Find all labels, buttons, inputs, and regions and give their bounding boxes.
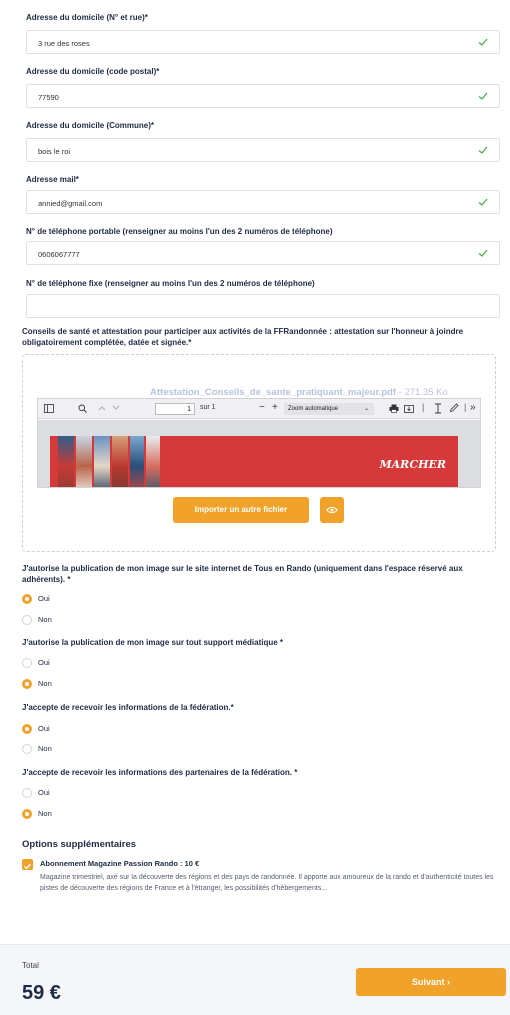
check-icon xyxy=(478,38,488,46)
pdf-toolbar: 1 sur 1 − + Zoom automatique ⌄ | | » xyxy=(38,399,480,419)
magazine-option-description: Magazine trimestriel, axé sur la découve… xyxy=(40,874,494,892)
check-icon xyxy=(478,146,488,154)
field-label: N° de téléphone fixe (renseigner au moin… xyxy=(26,279,315,288)
question-label-media-image: J'autorise la publication de mon image s… xyxy=(22,638,284,647)
magazine-checkbox[interactable] xyxy=(22,859,33,870)
page-number-input[interactable]: 1 xyxy=(155,403,195,415)
radio-unchecked xyxy=(22,658,32,668)
sidebar-toggle-icon[interactable] xyxy=(44,404,54,413)
more-tools-icon[interactable]: » xyxy=(470,402,476,413)
field-label: Adresse du domicile (N° et rue)* xyxy=(26,13,148,22)
print-icon[interactable] xyxy=(389,404,399,413)
text-cursor-icon[interactable] xyxy=(434,403,442,414)
photo-strip xyxy=(112,436,128,487)
pdf-page-preview: MARCHER xyxy=(50,436,458,487)
chevron-up-icon[interactable] xyxy=(98,405,106,411)
photo-strip xyxy=(94,436,110,487)
pdf-viewer[interactable]: 1 sur 1 − + Zoom automatique ⌄ | | » MARC… xyxy=(37,398,481,488)
radio-checked xyxy=(22,724,32,734)
field-value: 0606067777 xyxy=(38,250,80,259)
radio-label: Oui xyxy=(38,788,50,797)
email-input[interactable]: annied@gmail.com xyxy=(26,190,500,214)
photo-strip xyxy=(146,436,160,487)
radio-label: Non xyxy=(38,744,52,753)
preview-button[interactable] xyxy=(320,497,344,523)
question-label-website-image: J'autorise la publication de mon image s… xyxy=(22,564,463,584)
radio-checked xyxy=(22,594,32,604)
radio-checked xyxy=(22,679,32,689)
field-value: bois le roi xyxy=(38,147,71,156)
radio-unchecked xyxy=(22,788,32,798)
photo-strip xyxy=(130,436,144,487)
next-button[interactable]: Suivant › xyxy=(356,968,506,996)
radio-label: Oui xyxy=(38,658,50,667)
photo-strip xyxy=(76,436,92,487)
chevron-down-icon: ⌄ xyxy=(363,406,369,412)
landline-phone-input[interactable] xyxy=(26,294,500,318)
toolbar-separator: | xyxy=(464,402,467,412)
postal-code-input[interactable]: 77590 xyxy=(26,84,500,108)
check-icon xyxy=(478,198,488,206)
health-certificate-label: Conseils de santé et attestation pour pa… xyxy=(22,327,464,347)
search-icon[interactable] xyxy=(78,404,87,413)
mobile-phone-input[interactable]: 0606067777 xyxy=(26,241,500,265)
radio-unchecked xyxy=(22,744,32,754)
import-file-button[interactable]: Importer un autre fichier xyxy=(173,497,309,523)
radio-checked xyxy=(22,809,32,819)
eye-icon xyxy=(326,506,338,514)
magazine-option-name: Abonnement Magazine Passion Rando : 10 € xyxy=(40,859,200,868)
options-section-title: Options supplémentaires xyxy=(22,839,137,850)
pdf-canvas: MARCHER xyxy=(38,420,480,487)
check-icon xyxy=(478,249,488,257)
zoom-in-button[interactable]: + xyxy=(272,402,278,413)
file-size: - 271.35 Ko xyxy=(396,387,448,398)
page-count: sur 1 xyxy=(200,404,216,411)
check-icon xyxy=(24,863,32,870)
radio-label: Oui xyxy=(38,594,50,603)
radio-label: Non xyxy=(38,809,52,818)
field-label: Adresse du domicile (Commune)* xyxy=(26,121,155,130)
field-value: 3 rue des roses xyxy=(38,39,90,48)
zoom-select[interactable]: Zoom automatique ⌄ xyxy=(284,403,374,415)
file-name: Attestation_Conseils_de_sante_pratiquant… xyxy=(150,387,397,398)
radio-label: Oui xyxy=(38,724,50,733)
radio-unchecked xyxy=(22,615,32,625)
question-label-federation-info: J'accepte de recevoir les informations d… xyxy=(22,703,234,712)
pencil-icon[interactable] xyxy=(449,403,459,413)
total-value: 59 € xyxy=(22,982,61,1004)
chevron-down-icon[interactable] xyxy=(112,405,120,411)
street-input[interactable]: 3 rue des roses xyxy=(26,30,500,54)
save-icon[interactable] xyxy=(404,404,414,413)
field-label: Adresse du domicile (code postal)* xyxy=(26,67,160,76)
field-label: N° de téléphone portable (renseigner au … xyxy=(26,227,333,236)
total-label: Total xyxy=(22,961,39,970)
field-value: 77590 xyxy=(38,93,59,102)
field-label: Adresse mail* xyxy=(26,175,79,184)
commune-input[interactable]: bois le roi xyxy=(26,138,500,162)
photo-strip xyxy=(58,436,74,487)
radio-label: Non xyxy=(38,679,52,688)
zoom-out-button[interactable]: − xyxy=(259,402,265,413)
question-label-partners-info: J'accepte de recevoir les informations d… xyxy=(22,768,298,777)
zoom-value: Zoom automatique xyxy=(288,406,339,412)
pdf-page-brand: MARCHER xyxy=(379,458,446,471)
field-value: annied@gmail.com xyxy=(38,199,103,208)
pdf-file-name[interactable]: Attestation_Conseils_de_sante_pratiquant… xyxy=(150,387,448,398)
check-icon xyxy=(478,92,488,100)
radio-label: Non xyxy=(38,615,52,624)
toolbar-separator: | xyxy=(422,402,425,412)
